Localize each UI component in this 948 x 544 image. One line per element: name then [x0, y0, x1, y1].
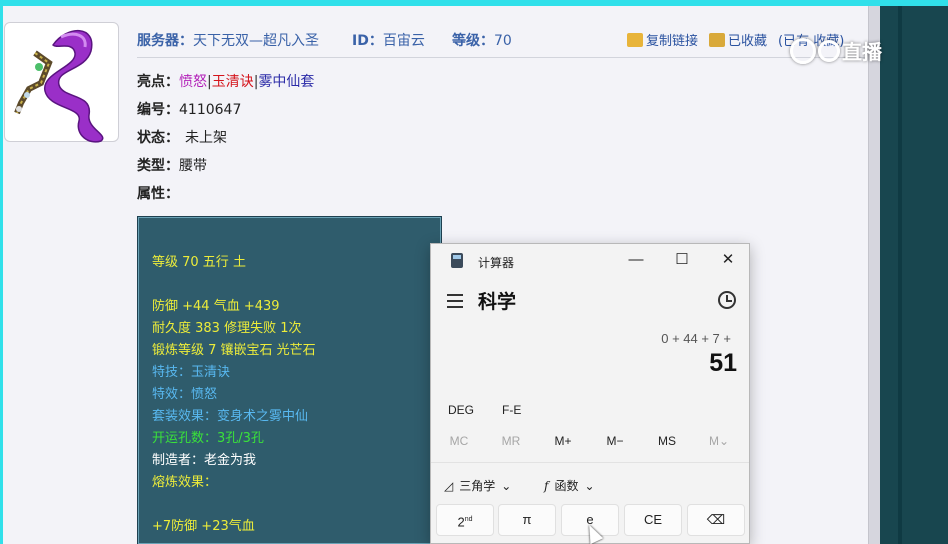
tip-line-skill: 特技：玉清诀 [152, 365, 231, 380]
history-icon[interactable] [718, 291, 736, 309]
memory-add-button[interactable]: M+ [543, 434, 583, 448]
result-display: 51 [709, 349, 737, 377]
tip-line-smelt-bonus: +7防御 +23气血 [152, 519, 255, 534]
function-icon: f [544, 478, 549, 493]
highlights-label: 亮点： [137, 74, 179, 90]
highlights-row: 亮点：愤怒|玉清诀|雾中仙套 [137, 71, 314, 91]
trigonometry-dropdown[interactable]: ◿ 三角学 ⌄ [444, 477, 511, 494]
menu-hamburger-icon[interactable] [447, 294, 463, 312]
side-panel [880, 6, 948, 544]
minimize-button[interactable]: — [621, 250, 651, 270]
status-value: 未上架 [185, 130, 227, 146]
level-info: 等级：70 [452, 30, 512, 50]
number-value: 4110647 [179, 102, 242, 118]
function-label: 函数 [554, 479, 579, 493]
tip-line-level: 等级 70 五行 土 [152, 255, 246, 270]
favorite-folder-icon [709, 32, 725, 47]
deg-toggle[interactable]: DEG [448, 403, 474, 417]
memory-store-button[interactable]: MS [647, 434, 687, 448]
second-function-key[interactable]: 2nd [436, 504, 494, 536]
type-label: 类型： [137, 158, 179, 174]
highlight-1: 愤怒 [179, 74, 207, 90]
server-label: 服务器： [137, 33, 193, 49]
favorited-label: 已收藏 [728, 34, 768, 49]
tip-line-defense: 防御 +44 气血 +439 [152, 299, 280, 314]
item-attribute-panel: 等级 70 五行 土 防御 +44 气血 +439 耐久度 383 修理失败 1… [137, 216, 442, 544]
status-label: 状态： [137, 130, 179, 146]
tip-line-smelt: 熔炼效果： [152, 475, 218, 490]
level-label: 等级： [452, 33, 494, 49]
chevron-down-icon: ⌄ [501, 478, 512, 493]
calculator-window: 计算器 — ☐ ✕ 科学 0 + 44 + 7 + 51 DEG F-E MC … [430, 243, 750, 544]
memory-clear-button[interactable]: MC [439, 434, 479, 448]
tip-line-slots: 开运孔数：3孔/3孔 [152, 431, 264, 446]
copy-link-button[interactable]: 复制链接 [627, 30, 698, 49]
watermark-text: 直播 [842, 40, 882, 64]
backspace-key[interactable]: ⌫ [687, 504, 745, 536]
number-row: 编号：4110647 [137, 99, 241, 119]
level-value: 70 [494, 33, 512, 49]
watermark-logo-icon-2 [818, 39, 840, 62]
highlight-2: 玉清诀 [211, 74, 254, 90]
maximize-button[interactable]: ☐ [667, 250, 697, 270]
item-thumbnail [4, 22, 119, 143]
triangle-icon: ◿ [444, 478, 454, 493]
expression-display: 0 + 44 + 7 + [661, 331, 731, 346]
trigonometry-label: 三角学 [459, 479, 496, 493]
highlight-3: 雾中仙套 [258, 74, 315, 90]
type-value: 腰带 [179, 158, 207, 174]
clear-entry-key[interactable]: CE [624, 504, 682, 536]
watermark-logo-icon [790, 37, 816, 64]
header-divider [137, 57, 867, 58]
tip-line-effect: 特效：愤怒 [152, 387, 218, 402]
server-info: 服务器：天下无双—超凡入圣 [137, 30, 319, 50]
live-watermark: 直播 [790, 36, 882, 65]
status-row: 状态： 未上架 [137, 127, 227, 147]
function-dropdown[interactable]: f 函数 ⌄ [544, 477, 595, 494]
tip-line-set: 套装效果：变身术之雾中仙 [152, 409, 309, 424]
tip-line-durability: 耐久度 383 修理失败 1次 [152, 321, 302, 336]
pi-key[interactable]: π [498, 504, 556, 536]
memory-list-button[interactable]: M⌄ [699, 434, 739, 448]
favorited-button[interactable]: 已收藏 [709, 30, 767, 49]
copy-link-label: 复制链接 [646, 34, 699, 49]
belt-item-image [14, 30, 104, 143]
calculator-divider [431, 462, 749, 463]
close-button[interactable]: ✕ [713, 250, 743, 270]
calculator-mode-title: 科学 [478, 292, 517, 313]
id-label: ID： [352, 33, 383, 49]
fe-toggle[interactable]: F-E [502, 403, 521, 417]
chevron-down-icon: ⌄ [584, 478, 595, 493]
tip-line-maker: 制造者：老金为我 [152, 453, 257, 468]
id-value: 百宙云 [382, 33, 425, 49]
attribute-label: 属性： [137, 186, 179, 202]
calculator-app-icon [451, 253, 463, 268]
attribute-row: 属性： [137, 183, 179, 203]
id-info: ID：百宙云 [352, 30, 425, 50]
type-row: 类型：腰带 [137, 155, 207, 175]
copy-link-icon [627, 32, 643, 47]
memory-subtract-button[interactable]: M− [595, 434, 635, 448]
number-label: 编号： [137, 102, 179, 118]
scrollbar[interactable] [868, 6, 880, 544]
tip-line-forging: 锻炼等级 7 镶嵌宝石 光芒石 [152, 343, 316, 358]
calculator-title: 计算器 [478, 256, 515, 270]
memory-recall-button[interactable]: MR [491, 434, 531, 448]
server-value: 天下无双—超凡入圣 [193, 33, 319, 49]
